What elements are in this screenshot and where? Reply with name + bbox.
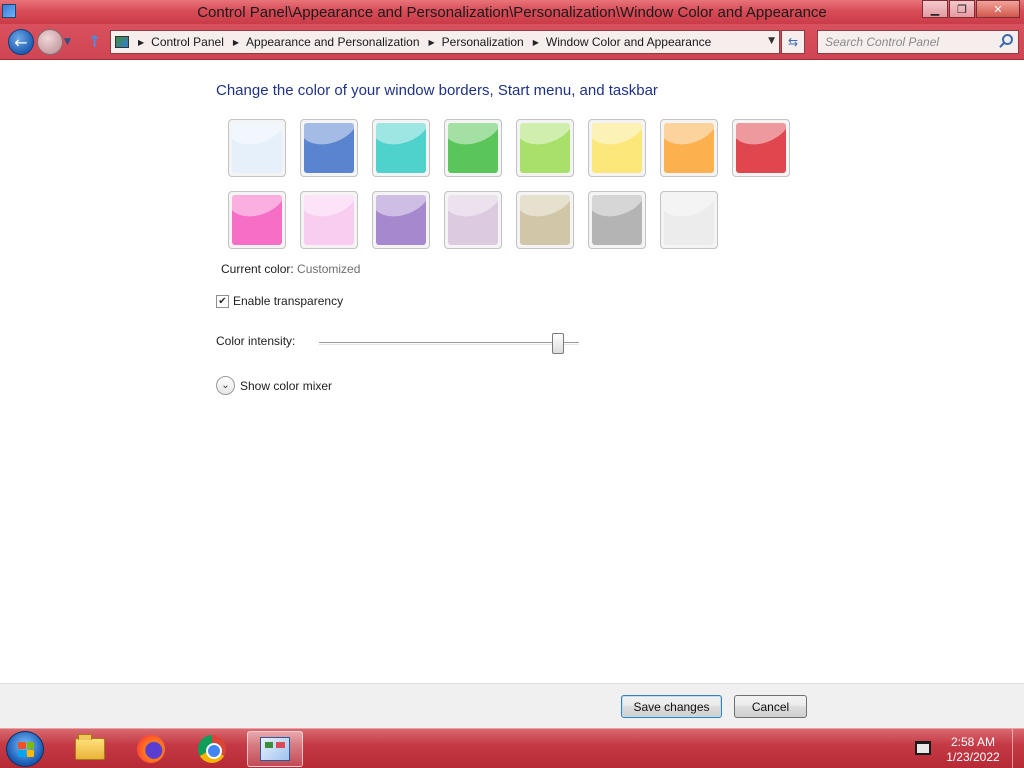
show-desktop-button[interactable] bbox=[1012, 729, 1024, 768]
network-icon[interactable] bbox=[915, 741, 931, 755]
dialog-footer: Save changes Cancel bbox=[0, 683, 1024, 728]
cancel-button[interactable]: Cancel bbox=[734, 695, 807, 718]
folder-icon bbox=[75, 734, 105, 760]
color-swatch-lemon[interactable] bbox=[588, 119, 646, 177]
color-swatch-slate[interactable] bbox=[660, 191, 718, 249]
breadcrumb-separator-icon[interactable]: ▶ bbox=[533, 38, 539, 47]
color-intensity-slider-track[interactable] bbox=[319, 342, 579, 345]
breadcrumb-separator-icon[interactable]: ▶ bbox=[429, 38, 435, 47]
color-swatch-sky[interactable] bbox=[228, 119, 286, 177]
save-changes-button[interactable]: Save changes bbox=[621, 695, 722, 718]
color-swatch-fill bbox=[520, 123, 570, 173]
color-swatch-fill bbox=[664, 123, 714, 173]
show-color-mixer-label[interactable]: Show color mixer bbox=[240, 379, 332, 393]
color-swatch-fill bbox=[232, 123, 282, 173]
color-swatch-sea[interactable] bbox=[372, 119, 430, 177]
back-arrow-icon: ← bbox=[14, 32, 28, 52]
clock-date: 1/23/2022 bbox=[946, 750, 1000, 764]
color-swatch-fill bbox=[232, 195, 282, 245]
back-button[interactable]: ← bbox=[8, 29, 34, 55]
page-title: Change the color of your window borders,… bbox=[216, 82, 658, 99]
start-button[interactable] bbox=[6, 731, 44, 767]
chrome-icon bbox=[198, 735, 226, 763]
close-button[interactable]: ✕ bbox=[976, 0, 1020, 18]
chevron-down-icon[interactable]: ⌄ bbox=[216, 376, 235, 395]
show-color-mixer-toggle[interactable]: ⌄ Show color mixer bbox=[216, 376, 332, 395]
color-swatch-grid bbox=[228, 119, 798, 249]
search-icon[interactable] bbox=[1002, 34, 1013, 45]
color-swatch-fill bbox=[304, 195, 354, 245]
color-swatch-fill bbox=[448, 195, 498, 245]
search-box[interactable] bbox=[817, 30, 1019, 54]
system-clock[interactable]: 2:58 AM 1/23/2022 bbox=[938, 735, 1008, 765]
color-swatch-fill bbox=[592, 195, 642, 245]
current-color-label: Current color: bbox=[221, 262, 294, 276]
enable-transparency-checkbox[interactable]: ✔ bbox=[216, 294, 229, 308]
color-swatch-leaf[interactable] bbox=[444, 119, 502, 177]
taskbar-control-panel[interactable] bbox=[247, 731, 303, 767]
color-swatch-fill bbox=[304, 123, 354, 173]
color-swatch-ruby[interactable] bbox=[732, 119, 790, 177]
color-swatch-lavender[interactable] bbox=[444, 191, 502, 249]
enable-transparency-option[interactable]: ✔ Enable transparency bbox=[216, 294, 343, 308]
color-swatch-fill bbox=[376, 123, 426, 173]
recent-pages-dropdown-icon[interactable]: ▼ bbox=[64, 37, 71, 47]
control-panel-icon bbox=[260, 737, 290, 761]
color-swatch-fill bbox=[664, 195, 714, 245]
breadcrumb-personalization[interactable]: Personalization bbox=[442, 35, 524, 49]
taskbar-firefox[interactable] bbox=[123, 731, 179, 767]
clock-time: 2:58 AM bbox=[950, 735, 996, 749]
color-swatch-chocolate[interactable] bbox=[588, 191, 646, 249]
taskbar-chrome[interactable] bbox=[184, 731, 240, 767]
breadcrumb-separator-icon[interactable]: ▶ bbox=[233, 38, 239, 47]
color-swatch-fuchsia[interactable] bbox=[228, 191, 286, 249]
windows-logo-icon bbox=[18, 742, 34, 757]
breadcrumb-appearance[interactable]: Appearance and Personalization bbox=[246, 35, 419, 49]
color-swatch-fill bbox=[448, 123, 498, 173]
up-one-level-icon[interactable]: ↑ bbox=[88, 32, 101, 51]
title-bar: Control Panel\Appearance and Personaliza… bbox=[0, 0, 1024, 24]
color-swatch-taupe[interactable] bbox=[516, 191, 574, 249]
breadcrumb-separator-icon[interactable]: ▶ bbox=[138, 38, 144, 47]
taskbar: 2:58 AM 1/23/2022 bbox=[0, 728, 1024, 768]
window-title: Control Panel\Appearance and Personaliza… bbox=[197, 4, 827, 21]
forward-button[interactable] bbox=[37, 29, 63, 55]
maximize-button[interactable]: ❐ bbox=[949, 0, 975, 18]
breadcrumb-window-color[interactable]: Window Color and Appearance bbox=[546, 35, 711, 49]
address-bar[interactable]: ▶ Control Panel ▶ Appearance and Persona… bbox=[110, 30, 780, 54]
minimize-button[interactable]: ▁ bbox=[922, 0, 948, 18]
enable-transparency-label[interactable]: Enable transparency bbox=[233, 294, 343, 308]
color-swatch-pumpkin[interactable] bbox=[660, 119, 718, 177]
navigation-bar: ← ▼ ↑ ▶ Control Panel ▶ Appearance and P… bbox=[0, 24, 1024, 60]
color-intensity-slider-thumb[interactable] bbox=[552, 333, 565, 354]
search-input[interactable] bbox=[818, 31, 993, 53]
color-swatch-fill bbox=[736, 123, 786, 173]
color-swatch-lime[interactable] bbox=[516, 119, 574, 177]
color-swatch-fill bbox=[376, 195, 426, 245]
refresh-button[interactable]: ⇆ bbox=[781, 30, 805, 54]
refresh-icon: ⇆ bbox=[787, 35, 799, 49]
color-swatch-violet[interactable] bbox=[372, 191, 430, 249]
taskbar-windows-explorer[interactable] bbox=[62, 731, 118, 767]
address-control-panel-icon bbox=[115, 36, 129, 48]
color-swatch-twilight[interactable] bbox=[300, 119, 358, 177]
window-controls: ▁ ❐ ✕ bbox=[921, 0, 1020, 18]
color-swatch-fill bbox=[592, 123, 642, 173]
firefox-icon bbox=[137, 735, 165, 763]
current-color: Current color: Customized bbox=[221, 262, 360, 276]
current-color-value: Customized bbox=[297, 262, 361, 276]
color-intensity-label: Color intensity: bbox=[216, 334, 296, 348]
breadcrumb-control-panel[interactable]: Control Panel bbox=[151, 35, 224, 49]
color-swatch-blush[interactable] bbox=[300, 191, 358, 249]
address-dropdown-icon[interactable]: ▼ bbox=[768, 36, 775, 46]
color-swatch-fill bbox=[520, 195, 570, 245]
